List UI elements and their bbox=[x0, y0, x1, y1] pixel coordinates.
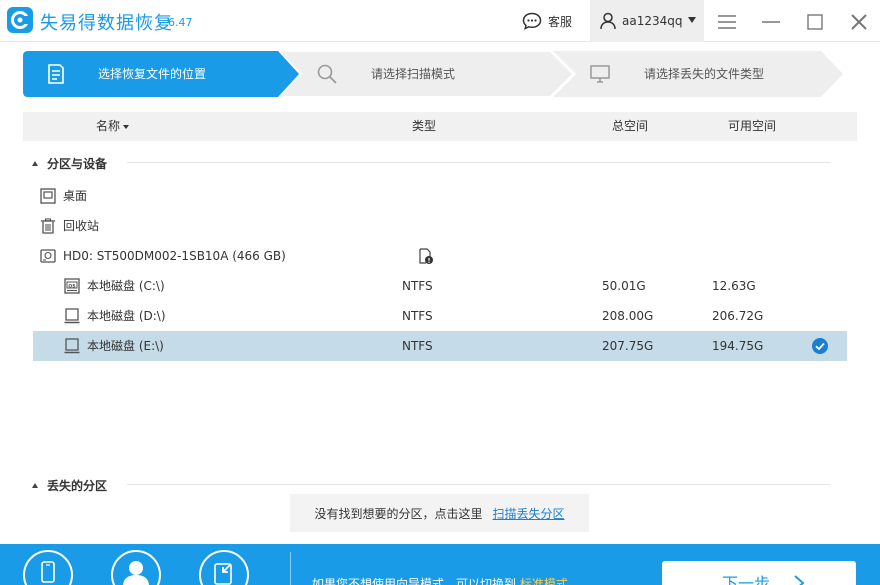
partition-free: 194.75G bbox=[712, 339, 764, 353]
partition-total: 207.75G bbox=[602, 339, 654, 353]
step-1-label: 选择恢复文件的位置 bbox=[98, 67, 207, 81]
next-step-label: 下一步 bbox=[722, 574, 771, 585]
hard-disk-label: HD0: ST500DM002-1SB10A (466 GB) bbox=[63, 249, 286, 263]
partition-fs: NTFS bbox=[402, 339, 433, 353]
step-3-label: 请选择丢失的文件类型 bbox=[644, 67, 765, 81]
scan-lost-partition-link[interactable]: 扫描丢失分区 bbox=[493, 505, 565, 522]
partition-row-c[interactable]: OS 本地磁盘 (C:\) NTFS 50.01G 12.63G bbox=[33, 271, 847, 301]
app-title: 失易得数据恢复 bbox=[40, 13, 173, 34]
section-divider bbox=[127, 484, 830, 485]
partition-free: 206.72G bbox=[712, 309, 764, 323]
account-button[interactable] bbox=[111, 550, 161, 585]
support-label: 客服 bbox=[548, 14, 573, 29]
bottom-divider bbox=[290, 552, 291, 585]
drive-icon bbox=[64, 338, 80, 354]
partition-name: 本地磁盘 (E:\) bbox=[87, 339, 164, 353]
collapse-triangle-icon bbox=[32, 483, 38, 488]
user-icon bbox=[600, 12, 616, 30]
table-header: 名称 类型 总空间 可用空间 bbox=[23, 112, 857, 141]
partition-fs: NTFS bbox=[402, 309, 433, 323]
section-divider bbox=[127, 162, 830, 163]
desktop-icon bbox=[40, 188, 56, 204]
menu-icon[interactable] bbox=[717, 12, 737, 32]
phone-recovery-button[interactable] bbox=[23, 550, 73, 585]
drive-icon bbox=[64, 308, 80, 324]
user-menu[interactable]: aa1234qq bbox=[590, 0, 704, 42]
section-lost-partitions[interactable]: 丢失的分区 bbox=[32, 477, 107, 494]
app-version: 6.47 bbox=[168, 16, 193, 29]
standard-mode-link[interactable]: 标准模式 bbox=[520, 577, 568, 585]
mode-hint: 如果您不想使用向导模式，可以切换到 标准模式 bbox=[312, 575, 568, 585]
username: aa1234qq bbox=[622, 14, 683, 28]
hard-disk-icon bbox=[40, 249, 56, 263]
partition-name: 本地磁盘 (C:\) bbox=[87, 279, 165, 293]
title-bar: 失易得数据恢复 6.47 客服 aa1234qq bbox=[0, 0, 880, 42]
partition-fs: NTFS bbox=[402, 279, 433, 293]
chat-icon bbox=[522, 12, 542, 30]
desktop-label: 桌面 bbox=[63, 189, 88, 203]
app-logo-icon bbox=[7, 7, 33, 33]
close-icon[interactable] bbox=[849, 12, 869, 32]
sort-down-icon bbox=[123, 124, 130, 129]
column-total-header[interactable]: 总空间 bbox=[612, 112, 648, 141]
step-2-label: 请选择扫描模式 bbox=[371, 67, 456, 81]
collapse-triangle-icon bbox=[32, 161, 38, 166]
os-drive-icon: OS bbox=[64, 278, 80, 294]
list-item-hard-disk[interactable]: HD0: ST500DM002-1SB10A (466 GB) bbox=[33, 241, 847, 271]
lost-partition-prompt: 没有找到想要的分区，点击这里 扫描丢失分区 bbox=[290, 494, 589, 532]
list-item-recycle-bin[interactable]: 回收站 bbox=[33, 211, 847, 241]
chevron-right-icon bbox=[794, 575, 805, 585]
disk-info-icon[interactable] bbox=[419, 248, 433, 264]
partition-total: 50.01G bbox=[602, 279, 646, 293]
partition-row-e[interactable]: 本地磁盘 (E:\) NTFS 207.75G 194.75G bbox=[33, 331, 847, 361]
export-button[interactable] bbox=[199, 550, 249, 585]
trash-icon bbox=[41, 218, 55, 234]
wizard-steps: 选择恢复文件的位置 请选择扫描模式 请选择丢失的文件类型 bbox=[23, 51, 843, 97]
phone-icon bbox=[41, 561, 55, 583]
prompt-text: 没有找到想要的分区，点击这里 bbox=[314, 506, 483, 521]
partition-row-d[interactable]: 本地磁盘 (D:\) NTFS 208.00G 206.72G bbox=[33, 301, 847, 331]
svg-text:OS: OS bbox=[68, 283, 75, 289]
next-step-button[interactable]: 下一步 bbox=[662, 561, 856, 585]
caret-down-icon bbox=[688, 17, 696, 23]
person-icon bbox=[123, 561, 149, 585]
partition-name: 本地磁盘 (D:\) bbox=[87, 309, 166, 323]
minimize-icon[interactable] bbox=[761, 12, 781, 32]
partition-total: 208.00G bbox=[602, 309, 654, 323]
document-icon bbox=[48, 64, 64, 84]
support-button[interactable]: 客服 bbox=[522, 0, 572, 42]
monitor-icon bbox=[590, 65, 610, 83]
recycle-bin-label: 回收站 bbox=[63, 219, 100, 233]
search-icon bbox=[317, 64, 337, 84]
column-name-header[interactable]: 名称 bbox=[96, 112, 130, 141]
maximize-icon[interactable] bbox=[805, 12, 825, 32]
list-item-desktop[interactable]: 桌面 bbox=[33, 181, 847, 211]
selected-check-icon[interactable] bbox=[812, 338, 828, 354]
column-type-header[interactable]: 类型 bbox=[412, 112, 436, 141]
partition-free: 12.63G bbox=[712, 279, 756, 293]
section-devices[interactable]: 分区与设备 bbox=[32, 155, 107, 172]
bottom-bar: 如果您不想使用向导模式，可以切换到 标准模式 下一步 bbox=[0, 544, 880, 585]
column-free-header[interactable]: 可用空间 bbox=[728, 112, 776, 141]
mode-hint-text: 如果您不想使用向导模式，可以切换到 bbox=[312, 577, 517, 585]
export-icon bbox=[214, 563, 232, 585]
